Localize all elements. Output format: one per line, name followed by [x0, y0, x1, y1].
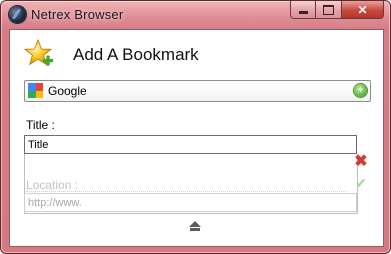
- close-button[interactable]: ✕: [342, 1, 384, 19]
- collapse-button[interactable]: [188, 221, 202, 233]
- dialog-heading: Add A Bookmark: [73, 45, 199, 64]
- confirm-button[interactable]: ✔: [354, 176, 368, 190]
- caption-buttons: ✕: [290, 1, 384, 21]
- search-engine-value: Google: [48, 84, 87, 98]
- green-add-icon[interactable]: +: [354, 84, 367, 97]
- netrex-globe-icon: [9, 6, 26, 23]
- maximize-button[interactable]: [316, 1, 342, 19]
- minimize-icon: [298, 11, 308, 14]
- minimize-button[interactable]: [290, 1, 316, 19]
- dialog-body: Add A Bookmark Google + Title : Location…: [9, 29, 384, 247]
- title-bar[interactable]: Netrex Browser ✕: [1, 1, 390, 29]
- window-title: Netrex Browser: [31, 7, 124, 22]
- title-input[interactable]: [24, 135, 357, 154]
- bookmark-star-add-icon: [24, 39, 53, 66]
- cancel-button[interactable]: ✖: [354, 153, 368, 170]
- maximize-icon: [323, 4, 334, 15]
- title-label: Title :: [26, 118, 55, 132]
- search-engine-select[interactable]: Google +: [24, 80, 371, 102]
- location-input[interactable]: [24, 193, 357, 212]
- close-icon: ✕: [357, 2, 368, 17]
- location-label: Location :: [26, 178, 79, 192]
- bookmark-window: Netrex Browser ✕ Add A Bookmark Google +…: [0, 0, 391, 254]
- google-icon: [28, 83, 43, 98]
- red-x-icon: ✖: [354, 153, 368, 170]
- green-check-icon: ✔: [355, 175, 367, 191]
